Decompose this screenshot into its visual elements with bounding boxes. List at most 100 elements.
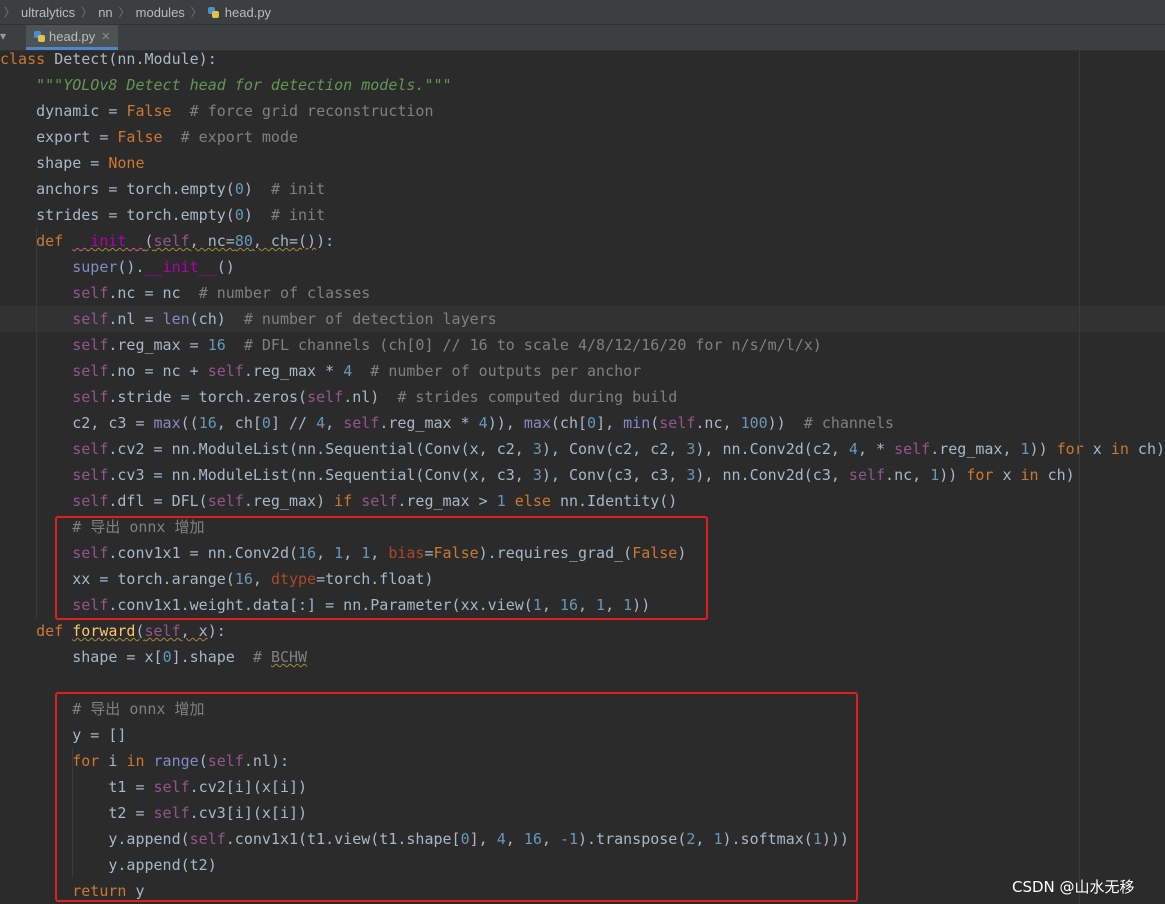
code-token: 1 bbox=[496, 492, 506, 510]
code-token: .cv3 = nn.ModuleList(nn.Sequential(Conv(… bbox=[108, 466, 533, 484]
code-line[interactable]: shape = x[0].shape # BCHW bbox=[0, 644, 1165, 670]
code-token: .no = nc + bbox=[108, 362, 208, 380]
code-token: self bbox=[659, 414, 696, 432]
code-token: anchors = torch.empty( bbox=[0, 180, 235, 198]
code-token: ch) bbox=[1047, 466, 1075, 484]
code-line[interactable]: self.cv2 = nn.ModuleList(nn.Sequential(C… bbox=[0, 436, 1165, 462]
code-token: ) bbox=[243, 180, 271, 198]
code-token: (ch[ bbox=[550, 414, 588, 432]
code-line[interactable]: def forward(self, x): bbox=[0, 618, 1165, 644]
code-token: strides = torch.empty( bbox=[0, 206, 235, 224]
code-token: # strides computed during build bbox=[397, 388, 678, 406]
code-token: (). bbox=[117, 258, 145, 276]
code-token: ], bbox=[596, 414, 624, 432]
code-line[interactable]: self.nc = nc # number of classes bbox=[0, 280, 1165, 306]
code-line[interactable]: super().__init__() bbox=[0, 254, 1165, 280]
code-token: else bbox=[505, 492, 560, 510]
code-line[interactable]: export = False # export mode bbox=[0, 124, 1165, 150]
code-token: .nl) bbox=[343, 388, 398, 406]
tab-scroll-left-icon[interactable]: ▾ bbox=[0, 29, 6, 43]
code-token: ), nn.Conv2d(c2, bbox=[695, 440, 849, 458]
code-token: .nc, bbox=[695, 414, 741, 432]
code-token: c2, c3 = bbox=[0, 414, 154, 432]
code-line[interactable]: strides = torch.empty(0) # init bbox=[0, 202, 1165, 228]
code-token: def bbox=[36, 622, 73, 640]
breadcrumb-ultralytics[interactable]: ultralytics bbox=[19, 5, 77, 20]
code-line[interactable]: """YOLOv8 Detect head for detection mode… bbox=[0, 72, 1165, 98]
code-token: """YOLOv8 Detect head for detection mode… bbox=[36, 76, 452, 94]
code-line[interactable]: self.stride = torch.zeros(self.nl) # str… bbox=[0, 384, 1165, 410]
breadcrumb-modules[interactable]: modules bbox=[134, 5, 187, 20]
code-token: if bbox=[334, 492, 362, 510]
code-token: in bbox=[1020, 466, 1048, 484]
code-token: ), nn.Conv2d(c3, bbox=[695, 466, 849, 484]
code-token: ( bbox=[144, 232, 154, 250]
code-token: , bbox=[325, 414, 344, 432]
code-token: for bbox=[1056, 440, 1093, 458]
highlight-box-forward bbox=[55, 692, 858, 902]
code-token: # number of classes bbox=[198, 284, 371, 302]
code-token: )) bbox=[767, 414, 804, 432]
code-token: , ch[ bbox=[216, 414, 262, 432]
code-token: shape = bbox=[0, 154, 109, 172]
code-line[interactable]: self.cv3 = nn.ModuleList(nn.Sequential(C… bbox=[0, 462, 1165, 488]
code-token: .stride = torch.zeros( bbox=[108, 388, 308, 406]
code-token: # export mode bbox=[180, 128, 299, 146]
code-token: ch) bbox=[1137, 440, 1165, 458]
tab-head-py[interactable]: head.py ✕ bbox=[26, 25, 119, 50]
code-token: 1 bbox=[930, 466, 940, 484]
code-token: , nc= bbox=[189, 232, 235, 250]
code-line[interactable]: c2, c3 = max((16, ch[0] // 4, self.reg_m… bbox=[0, 410, 1165, 436]
breadcrumb-file[interactable]: head.py bbox=[223, 5, 273, 20]
code-token: 1 bbox=[1020, 440, 1030, 458]
code-line[interactable]: anchors = torch.empty(0) # init bbox=[0, 176, 1165, 202]
code-token: self bbox=[343, 414, 380, 432]
code-token: .reg_max = bbox=[108, 336, 208, 354]
code-token: min bbox=[623, 414, 651, 432]
code-token: self bbox=[153, 232, 190, 250]
code-token: 3 bbox=[532, 466, 542, 484]
code-token: nn.Identity() bbox=[559, 492, 678, 510]
code-token: self bbox=[144, 622, 181, 640]
breadcrumb-nn[interactable]: nn bbox=[96, 5, 114, 20]
code-token: max bbox=[153, 414, 181, 432]
code-token: .nc = nc bbox=[108, 284, 199, 302]
code-token: shape = x[ bbox=[0, 648, 163, 666]
code-token: in bbox=[1110, 440, 1138, 458]
code-line[interactable]: shape = None bbox=[0, 150, 1165, 176]
code-line[interactable]: self.no = nc + self.reg_max * 4 # number… bbox=[0, 358, 1165, 384]
code-token: self bbox=[72, 388, 109, 406]
code-token: self bbox=[72, 466, 109, 484]
breadcrumb-separator: 〉 bbox=[118, 7, 130, 19]
breadcrumb-separator: 〉 bbox=[4, 7, 15, 19]
code-line[interactable]: def __init__(self, nc=80, ch=()): bbox=[0, 228, 1165, 254]
code-line[interactable]: self.dfl = DFL(self.reg_max) if self.reg… bbox=[0, 488, 1165, 514]
code-token: False bbox=[117, 128, 163, 146]
code-token: BCHW bbox=[270, 648, 308, 666]
code-token: Detect(nn.Module): bbox=[54, 50, 217, 68]
code-token: : bbox=[216, 622, 226, 640]
code-token: 16 bbox=[198, 414, 217, 432]
code-line[interactable]: dynamic = False # force grid reconstruct… bbox=[0, 98, 1165, 124]
code-token: (( bbox=[180, 414, 199, 432]
breadcrumb-separator: 〉 bbox=[190, 7, 202, 19]
code-token: for bbox=[966, 466, 1003, 484]
code-token: .cv2 = nn.ModuleList(nn.Sequential(Conv(… bbox=[108, 440, 533, 458]
code-line[interactable]: class Detect(nn.Module): bbox=[0, 50, 1165, 72]
python-file-icon bbox=[207, 6, 219, 18]
code-token: self bbox=[361, 492, 398, 510]
code-token: len bbox=[162, 310, 190, 328]
close-tab-icon[interactable]: ✕ bbox=[101, 30, 110, 43]
code-line[interactable]: self.nl = len(ch) # number of detection … bbox=[0, 306, 1165, 332]
code-token: 3 bbox=[532, 440, 542, 458]
code-token: # init bbox=[270, 206, 326, 224]
watermark: CSDN @山水无移 bbox=[1012, 878, 1135, 896]
code-line[interactable]: self.reg_max = 16 # DFL channels (ch[0] … bbox=[0, 332, 1165, 358]
code-token: self bbox=[72, 336, 109, 354]
